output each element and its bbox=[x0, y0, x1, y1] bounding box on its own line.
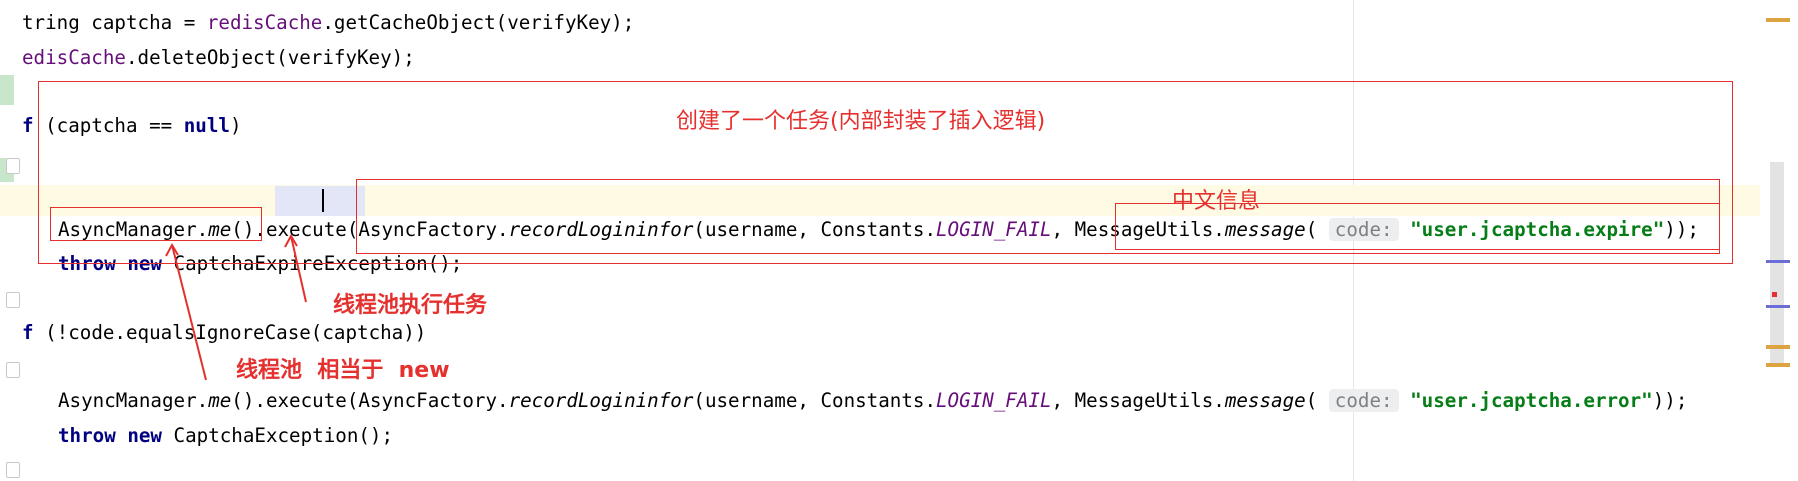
usage-stripe[interactable] bbox=[1766, 260, 1790, 263]
error-stripe[interactable] bbox=[1772, 292, 1777, 297]
arrow-to-execute bbox=[290, 235, 307, 303]
vertical-scrollbar[interactable] bbox=[1770, 162, 1784, 367]
arrowhead bbox=[284, 233, 298, 248]
warning-stripe[interactable] bbox=[1766, 18, 1790, 22]
annotation-arrows bbox=[165, 233, 307, 381]
warning-stripe[interactable] bbox=[1766, 345, 1790, 349]
arrow-to-async-manager bbox=[171, 244, 207, 381]
usage-stripe[interactable] bbox=[1766, 305, 1790, 308]
arrowhead bbox=[165, 242, 179, 257]
warning-stripe[interactable] bbox=[1766, 363, 1790, 367]
